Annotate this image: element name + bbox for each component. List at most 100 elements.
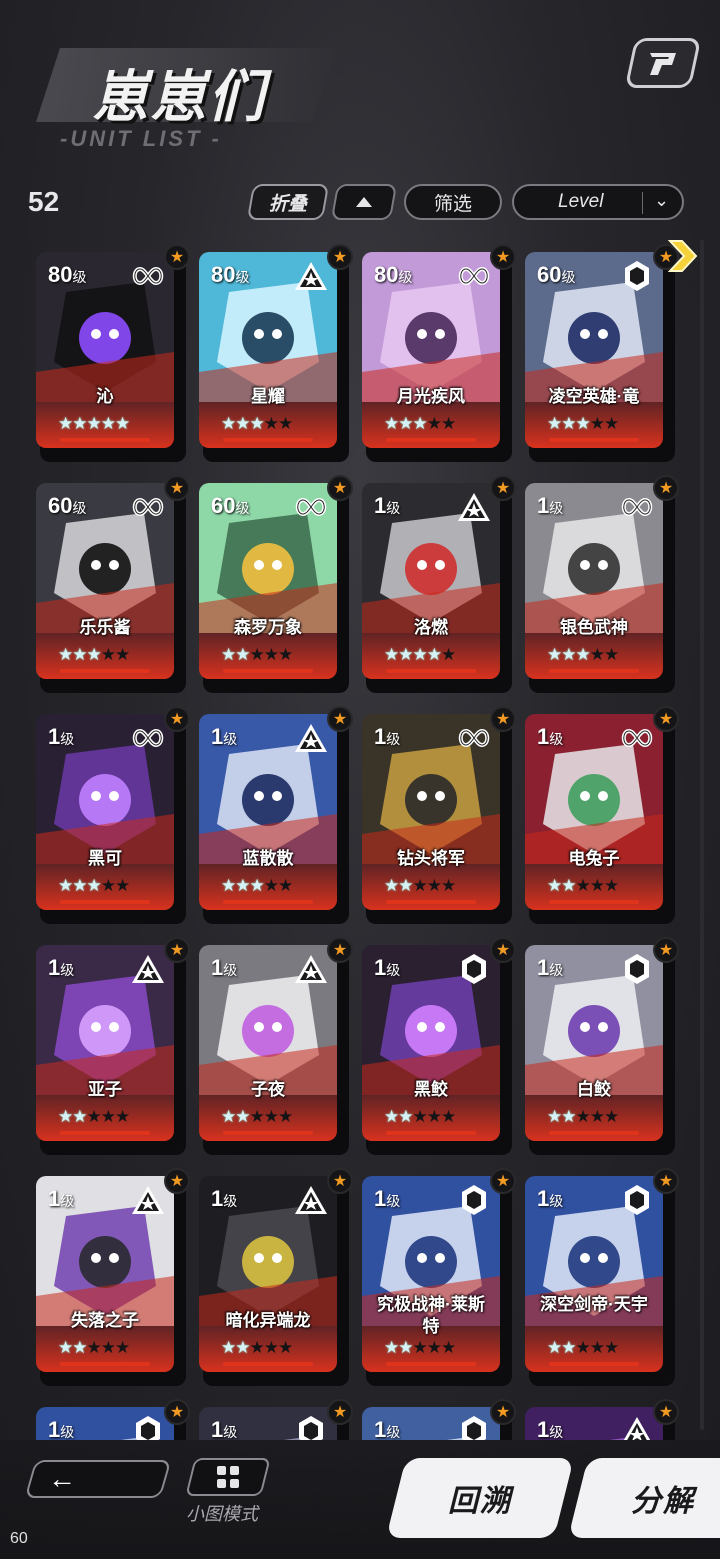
- card-level: 1级: [48, 1186, 75, 1211]
- unit-card[interactable]: 1级 银色武神 ★★★★★ ★: [525, 475, 679, 693]
- star-badge-icon: ★: [490, 706, 516, 732]
- card-level: 1级: [374, 1186, 401, 1211]
- sort-select[interactable]: Level ⌄: [512, 184, 684, 220]
- card-body: 1级 黑鲛 ★★★★★: [362, 945, 500, 1141]
- hexagon-icon: [293, 1415, 329, 1440]
- card-name: 蓝散散: [242, 849, 294, 868]
- triangle-star-icon: [293, 1184, 329, 1216]
- unit-card[interactable]: 1级 子夜 ★★★★★ ★: [199, 937, 353, 1155]
- star-badge-icon: ★: [327, 244, 353, 270]
- decompose-label: 分解: [631, 1485, 695, 1518]
- decompose-button[interactable]: 分解: [568, 1458, 720, 1538]
- unit-card[interactable]: 60级 乐乐酱 ★★★★★ ★: [36, 475, 190, 693]
- next-arrow-icon[interactable]: [664, 238, 700, 274]
- unit-card[interactable]: 1级 深空剑帝·天宇 ★★★★★ ★: [525, 1168, 679, 1386]
- page-title: 崽崽们: [92, 65, 266, 130]
- card-level: 1级: [537, 493, 564, 518]
- card-level: 1级: [374, 724, 401, 749]
- card-level: 60级: [537, 262, 576, 287]
- card-name: 银色武神: [560, 618, 628, 637]
- unit-card[interactable]: 1级 ★: [525, 1399, 679, 1440]
- card-bottom-bar: [386, 438, 476, 442]
- hexagon-icon: [619, 260, 655, 292]
- unit-card[interactable]: 1级 失落之子 ★★★★★ ★: [36, 1168, 190, 1386]
- card-body: 1级: [525, 1407, 663, 1440]
- star-rating: ★★★★★: [384, 1338, 456, 1357]
- star-badge-icon: ★: [653, 1168, 679, 1194]
- infinity-icon: [619, 491, 655, 523]
- infinity-icon: [456, 722, 492, 754]
- bottom-bar: ← 小图模式 回溯 分解 60: [0, 1440, 720, 1559]
- card-body: 1级 究极战神·莱斯特 ★★★★★: [362, 1176, 500, 1372]
- unit-card[interactable]: 1级 电兔子 ★★★★★ ★: [525, 706, 679, 924]
- card-name: 亚子: [88, 1080, 122, 1099]
- triangle-up-icon: [356, 197, 372, 207]
- star-badge-icon: ★: [490, 1168, 516, 1194]
- card-name: 白鲛: [577, 1080, 611, 1099]
- unit-card[interactable]: 1级 究极战神·莱斯特 ★★★★★ ★: [362, 1168, 516, 1386]
- star-rating: ★★★★★: [547, 1338, 619, 1357]
- star-rating: ★★★★★: [58, 1107, 130, 1126]
- back-button[interactable]: ←: [24, 1460, 172, 1498]
- card-bottom-bar: [223, 1131, 313, 1135]
- unit-card[interactable]: 60级 森罗万象 ★★★★★ ★: [199, 475, 353, 693]
- card-bottom-bar: [386, 669, 476, 673]
- card-body: 1级 失落之子 ★★★★★: [36, 1176, 174, 1372]
- triangle-star-icon: [619, 1415, 655, 1440]
- page-subtitle: -UNIT LIST -: [60, 126, 222, 151]
- unit-card[interactable]: 1级 ★: [36, 1399, 190, 1440]
- unit-card[interactable]: 1级 ★: [199, 1399, 353, 1440]
- star-rating: ★★★★★: [221, 645, 293, 664]
- rewind-button[interactable]: 回溯: [386, 1458, 574, 1538]
- unit-card[interactable]: 1级 亚子 ★★★★★ ★: [36, 937, 190, 1155]
- unit-card[interactable]: 1级 蓝散散 ★★★★★ ★: [199, 706, 353, 924]
- star-badge-icon: ★: [164, 937, 190, 963]
- card-name: 月光疾风: [397, 387, 465, 406]
- card-name: 凌空英雄·竜: [548, 387, 640, 406]
- card-level: 80级: [374, 262, 413, 287]
- card-body: 60级 凌空英雄·竜 ★★★★★: [525, 252, 663, 448]
- fold-button[interactable]: 折叠: [246, 184, 330, 220]
- unit-card[interactable]: 1级 黑可 ★★★★★ ★: [36, 706, 190, 924]
- unit-card[interactable]: 80级 月光疾风 ★★★★★ ★: [362, 244, 516, 462]
- card-level: 1级: [211, 724, 238, 749]
- star-rating: ★★★★★: [221, 414, 293, 433]
- star-badge-icon: ★: [490, 1399, 516, 1425]
- card-bottom-bar: [60, 438, 150, 442]
- unit-card[interactable]: 1级 黑鲛 ★★★★★ ★: [362, 937, 516, 1155]
- star-badge-icon: ★: [653, 706, 679, 732]
- unit-card[interactable]: 1级 暗化异端龙 ★★★★★ ★: [199, 1168, 353, 1386]
- filter-button[interactable]: 筛选: [404, 184, 502, 220]
- unit-count: 52: [28, 186, 60, 217]
- infinity-icon: [130, 491, 166, 523]
- unit-card[interactable]: 1级 ★: [362, 1399, 516, 1440]
- unit-card[interactable]: 80级 星耀 ★★★★★ ★: [199, 244, 353, 462]
- card-bottom-bar: [549, 900, 639, 904]
- star-rating: ★★★★★: [384, 414, 456, 433]
- infinity-icon: [619, 722, 655, 754]
- unit-card[interactable]: 1级 洛燃 ★★★★★ ★: [362, 475, 516, 693]
- chevron-down-icon: ⌄: [654, 190, 670, 210]
- unit-card[interactable]: 80级沁 ★★★★★ ★: [36, 244, 190, 462]
- corner-menu-button[interactable]: [624, 38, 702, 88]
- hexagon-icon: [619, 1184, 655, 1216]
- card-name: 森罗万象: [234, 618, 302, 637]
- sort-select-value: Level: [558, 191, 604, 212]
- card-name: 星耀: [251, 387, 285, 406]
- select-divider: [642, 192, 643, 214]
- card-body: 1级 洛燃 ★★★★★: [362, 483, 500, 679]
- card-level: 80级: [211, 262, 250, 287]
- sort-direction-button[interactable]: [330, 184, 398, 220]
- card-name: 深空剑帝·天宇: [540, 1295, 648, 1314]
- triangle-star-icon: [130, 953, 166, 985]
- hexagon-icon: [619, 953, 655, 985]
- card-level: 1级: [48, 955, 75, 980]
- unit-card[interactable]: 1级 白鲛 ★★★★★ ★: [525, 937, 679, 1155]
- grid-icon: [217, 1466, 239, 1488]
- mini-mode-label: 小图模式: [186, 1504, 258, 1524]
- card-body: 1级 电兔子 ★★★★★: [525, 714, 663, 910]
- unit-card[interactable]: 1级 钻头将军 ★★★★★ ★: [362, 706, 516, 924]
- star-badge-icon: ★: [490, 475, 516, 501]
- mini-mode-button[interactable]: [185, 1458, 271, 1496]
- unit-card[interactable]: 60级 凌空英雄·竜 ★★★★★ ★: [525, 244, 679, 462]
